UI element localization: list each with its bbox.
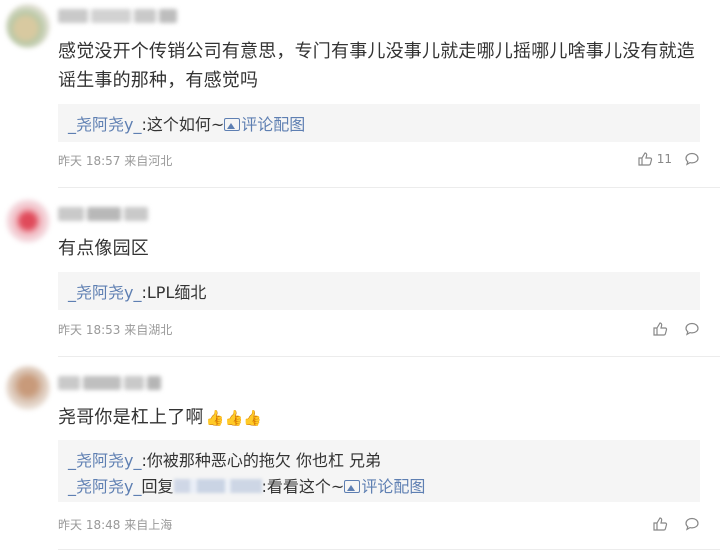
comment-actions	[652, 516, 700, 532]
masked-username[interactable]	[173, 479, 262, 493]
divider	[58, 549, 720, 550]
comment-picture-link[interactable]: 评论配图	[344, 477, 425, 496]
image-icon	[344, 480, 361, 493]
reply-box: _尧阿尧y_:这个如何~ 评论配图	[58, 104, 700, 142]
username-blurred[interactable]	[58, 375, 164, 390]
reply-content: :LPL缅北	[141, 283, 207, 302]
thumbs-up-emoji: 👍👍👍	[205, 409, 263, 427]
comment-time: 昨天 18:57	[58, 154, 121, 168]
reply-line[interactable]: _尧阿尧y_:你被那种恶心的拖欠 你也杠 兄弟	[68, 448, 690, 474]
picture-link-label: 评论配图	[241, 115, 306, 134]
picture-link-label: 评论配图	[361, 477, 426, 496]
comment-text: 感觉没开个传销公司有意思，专门有事儿没事儿就走哪儿摇哪儿啥事儿没有就造谣生事的那…	[58, 41, 695, 91]
like-button[interactable]	[652, 321, 672, 337]
thumbs-up-icon	[653, 322, 668, 336]
reply-box: _尧阿尧y_:你被那种恶心的拖欠 你也杠 兄弟 _尧阿尧y_回复 :看看这个~ 评论…	[58, 440, 700, 502]
comment-location: 来自上海	[124, 518, 173, 532]
reply-line[interactable]: _尧阿尧y_:LPL缅北	[68, 280, 690, 306]
comment-text-content: 尧哥你是杠上了啊	[58, 407, 204, 428]
comment-text: 有点像园区	[58, 238, 149, 259]
thumbs-up-icon	[638, 152, 652, 166]
reply-line[interactable]: _尧阿尧y_:这个如何~ 评论配图	[68, 112, 690, 138]
comment-actions: 11	[637, 151, 700, 167]
avatar[interactable]	[6, 366, 50, 410]
image-icon	[224, 118, 241, 131]
comment-time: 昨天 18:53	[58, 323, 121, 337]
reply-username[interactable]: _尧阿尧y_	[68, 451, 141, 470]
comment-actions	[652, 321, 700, 337]
comment-location: 来自湖北	[124, 323, 173, 337]
reply-word: 回复	[141, 477, 174, 496]
reply-content: :看看这个~	[261, 477, 345, 496]
reply-username[interactable]: _尧阿尧y_	[68, 477, 141, 496]
comment-location: 来自河北	[124, 154, 173, 168]
reply-line[interactable]: _尧阿尧y_回复 :看看这个~ 评论配图	[68, 474, 690, 500]
reply-username[interactable]: _尧阿尧y_	[68, 115, 141, 134]
reply-content: :这个如何~	[141, 115, 225, 134]
like-button[interactable]: 11	[637, 151, 672, 167]
divider	[58, 187, 720, 188]
comment-meta: 昨天 18:57 来自河北	[58, 153, 172, 169]
avatar[interactable]	[6, 4, 50, 48]
comment-meta: 昨天 18:53 来自湖北	[58, 322, 172, 338]
divider	[58, 356, 720, 357]
username-blurred[interactable]	[58, 8, 180, 23]
username-blurred[interactable]	[58, 206, 151, 221]
speech-bubble-icon[interactable]	[684, 516, 700, 532]
comment-meta: 昨天 18:48 来自上海	[58, 517, 172, 533]
speech-bubble-icon[interactable]	[684, 151, 700, 167]
comment-text: 尧哥你是杠上了啊 👍👍👍	[58, 403, 698, 433]
reply-username[interactable]: _尧阿尧y_	[68, 283, 141, 302]
thumbs-up-icon	[653, 517, 668, 531]
comment-time: 昨天 18:48	[58, 518, 121, 532]
speech-bubble-icon[interactable]	[684, 321, 700, 337]
avatar[interactable]	[6, 199, 50, 243]
reply-content: :你被那种恶心的拖欠 你也杠 兄弟	[141, 451, 382, 470]
like-count: 11	[656, 152, 672, 166]
reply-box: _尧阿尧y_:LPL缅北	[58, 272, 700, 310]
like-button[interactable]	[652, 516, 672, 532]
comment-picture-link[interactable]: 评论配图	[224, 115, 305, 134]
